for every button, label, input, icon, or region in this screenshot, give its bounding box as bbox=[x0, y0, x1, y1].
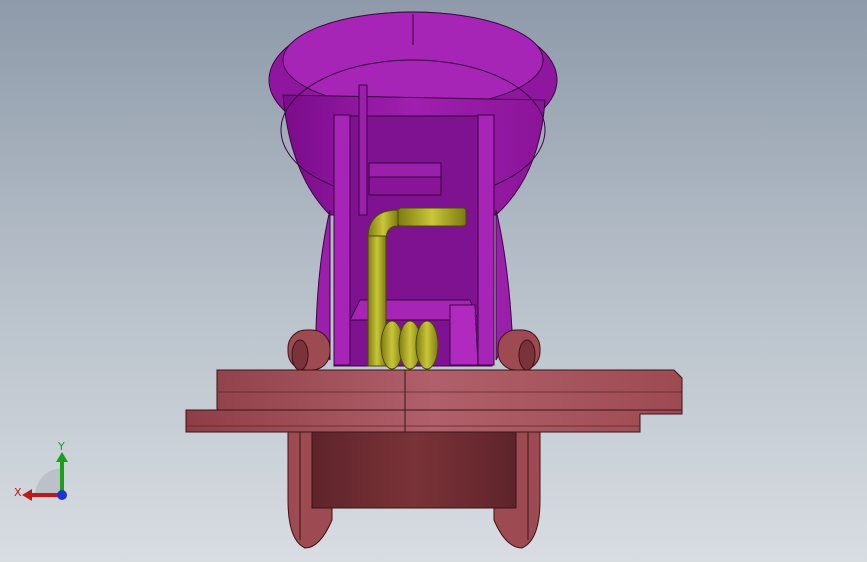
base-plate-part[interactable] bbox=[185, 369, 683, 433]
y-axis-head bbox=[56, 452, 68, 462]
graphics-viewport[interactable]: Y X bbox=[0, 0, 867, 562]
x-axis-head bbox=[22, 489, 32, 501]
y-axis-label: Y bbox=[57, 440, 65, 453]
axis-triad: Y X bbox=[14, 440, 68, 501]
housing-part[interactable] bbox=[268, 11, 558, 367]
z-axis-dot bbox=[57, 490, 67, 500]
cad-model[interactable] bbox=[0, 0, 867, 562]
x-axis-label: X bbox=[14, 486, 22, 499]
